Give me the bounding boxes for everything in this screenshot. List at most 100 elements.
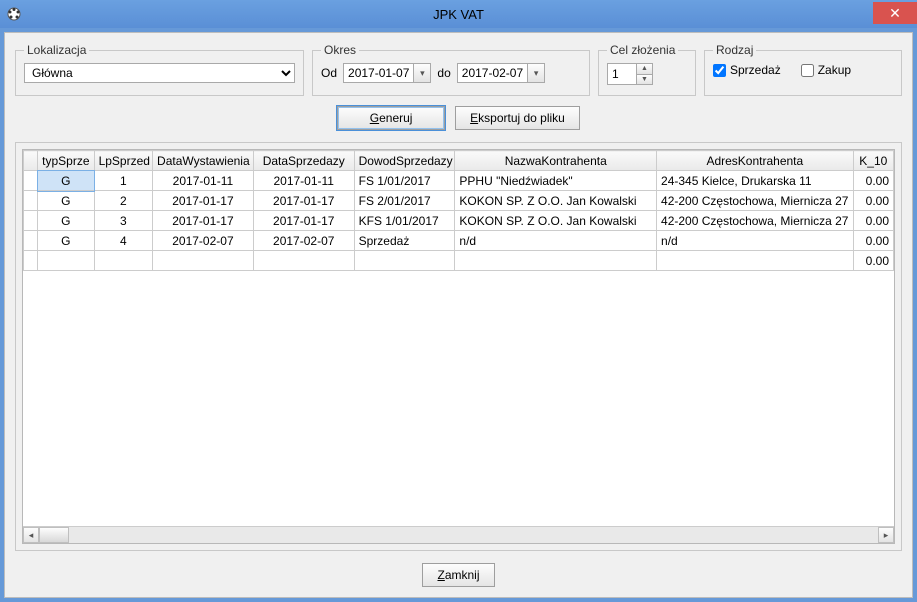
cell-lp[interactable]: 1 bbox=[94, 171, 152, 191]
cell-ak[interactable]: n/d bbox=[657, 231, 854, 251]
cell-typ[interactable]: G bbox=[38, 231, 94, 251]
do-label: do bbox=[437, 66, 450, 80]
table-row[interactable]: G 1 2017-01-11 2017-01-11 FS 1/01/2017 P… bbox=[24, 171, 894, 191]
grid-header-row: typSprze LpSprzed DataWystawienia DataSp… bbox=[24, 151, 894, 171]
lokalizacja-select[interactable]: Główna bbox=[24, 63, 295, 83]
row-handle-header[interactable] bbox=[24, 151, 38, 171]
grid[interactable]: typSprze LpSprzed DataWystawienia DataSp… bbox=[22, 149, 895, 544]
scroll-right-icon[interactable]: ▸ bbox=[878, 527, 894, 543]
cell-lp[interactable]: 2 bbox=[94, 191, 152, 211]
cell-dow[interactable]: KFS 1/01/2017 bbox=[354, 211, 455, 231]
grid-panel: typSprze LpSprzed DataWystawienia DataSp… bbox=[15, 142, 902, 551]
chevron-down-icon: ▾ bbox=[527, 64, 544, 82]
col-ak[interactable]: AdresKontrahenta bbox=[657, 151, 854, 171]
cell-ds[interactable]: 2017-01-11 bbox=[253, 171, 354, 191]
grid-table[interactable]: typSprze LpSprzed DataWystawienia DataSp… bbox=[23, 150, 894, 271]
cell-nk[interactable]: KOKON SP. Z O.O. Jan Kowalski bbox=[455, 191, 657, 211]
cel-spinner[interactable]: ▲ ▼ bbox=[607, 63, 653, 85]
eksportuj-button[interactable]: Eksportuj do pliku bbox=[455, 106, 580, 130]
row-handle[interactable] bbox=[24, 231, 38, 251]
action-row: Generuj Eksportuj do pliku bbox=[15, 106, 902, 130]
row-handle[interactable] bbox=[24, 211, 38, 231]
date-to[interactable]: 2017-02-07 ▾ bbox=[457, 63, 545, 83]
cel-input[interactable] bbox=[608, 64, 636, 84]
cell-ds[interactable]: 2017-01-17 bbox=[253, 211, 354, 231]
lokalizacja-group: Lokalizacja Główna bbox=[15, 43, 304, 96]
cell-dw[interactable]: 2017-01-11 bbox=[153, 171, 254, 191]
cell-nk[interactable]: PPHU "Niedźwiadek" bbox=[455, 171, 657, 191]
sprzedaz-checkbox-input[interactable] bbox=[713, 64, 726, 77]
cell-ds[interactable]: 2017-02-07 bbox=[253, 231, 354, 251]
jpk-vat-window: JPK VAT ✕ Lokalizacja Główna Okres Od 20… bbox=[0, 0, 917, 602]
cell-typ[interactable]: G bbox=[38, 171, 94, 191]
cell-dow[interactable]: Sprzedaż bbox=[354, 231, 455, 251]
cell-ds[interactable]: 2017-01-17 bbox=[253, 191, 354, 211]
spinner-down-icon[interactable]: ▼ bbox=[637, 75, 652, 85]
od-label: Od bbox=[321, 66, 337, 80]
rodzaj-group: Rodzaj Sprzedaż Zakup bbox=[704, 43, 902, 96]
cell-dw[interactable]: 2017-01-17 bbox=[153, 191, 254, 211]
cell-dow[interactable]: FS 2/01/2017 bbox=[354, 191, 455, 211]
zakup-checkbox[interactable]: Zakup bbox=[801, 63, 851, 77]
rodzaj-label: Rodzaj bbox=[713, 43, 756, 57]
col-dow[interactable]: DowodSprzedazy bbox=[354, 151, 455, 171]
close-icon: ✕ bbox=[889, 6, 901, 20]
cell-ak[interactable]: 42-200 Częstochowa, Miernicza 27 bbox=[657, 191, 854, 211]
summary-row[interactable]: 0.00 bbox=[24, 251, 894, 271]
cell-dw[interactable]: 2017-01-17 bbox=[153, 211, 254, 231]
row-handle[interactable] bbox=[24, 191, 38, 211]
close-button[interactable]: ✕ bbox=[873, 2, 917, 24]
date-to-value: 2017-02-07 bbox=[458, 66, 527, 80]
cell-k10[interactable]: 0.00 bbox=[853, 171, 893, 191]
cel-label: Cel złożenia bbox=[607, 43, 678, 57]
cell-k10[interactable]: 0.00 bbox=[853, 231, 893, 251]
cell-ak[interactable]: 42-200 Częstochowa, Miernicza 27 bbox=[657, 211, 854, 231]
col-nk[interactable]: NazwaKontrahenta bbox=[455, 151, 657, 171]
zakup-checkbox-label: Zakup bbox=[818, 63, 851, 77]
cell-nk[interactable]: n/d bbox=[455, 231, 657, 251]
sprzedaz-checkbox-label: Sprzedaż bbox=[730, 63, 781, 77]
cell-typ[interactable]: G bbox=[38, 191, 94, 211]
cell-nk[interactable]: KOKON SP. Z O.O. Jan Kowalski bbox=[455, 211, 657, 231]
col-dw[interactable]: DataWystawienia bbox=[153, 151, 254, 171]
table-row[interactable]: G 3 2017-01-17 2017-01-17 KFS 1/01/2017 … bbox=[24, 211, 894, 231]
okres-group: Okres Od 2017-01-07 ▾ do 2017-02-07 ▾ bbox=[312, 43, 590, 96]
cell-typ[interactable]: G bbox=[38, 211, 94, 231]
row-handle[interactable] bbox=[24, 171, 38, 191]
zakup-checkbox-input[interactable] bbox=[801, 64, 814, 77]
okres-label: Okres bbox=[321, 43, 359, 57]
row-handle[interactable] bbox=[24, 251, 38, 271]
cell-lp[interactable]: 3 bbox=[94, 211, 152, 231]
col-lp[interactable]: LpSprzed bbox=[94, 151, 152, 171]
scroll-track[interactable] bbox=[39, 527, 878, 543]
lokalizacja-label: Lokalizacja bbox=[24, 43, 89, 57]
cel-group: Cel złożenia ▲ ▼ bbox=[598, 43, 696, 96]
grid-empty-area bbox=[23, 271, 894, 526]
spinner-up-icon[interactable]: ▲ bbox=[637, 64, 652, 75]
cell-lp[interactable]: 4 bbox=[94, 231, 152, 251]
cell-dw[interactable]: 2017-02-07 bbox=[153, 231, 254, 251]
date-from[interactable]: 2017-01-07 ▾ bbox=[343, 63, 431, 83]
chevron-down-icon: ▾ bbox=[413, 64, 430, 82]
col-k10[interactable]: K_10 bbox=[853, 151, 893, 171]
cell-k10[interactable]: 0.00 bbox=[853, 191, 893, 211]
cell-k10-sum[interactable]: 0.00 bbox=[853, 251, 893, 271]
col-ds[interactable]: DataSprzedazy bbox=[253, 151, 354, 171]
col-typ[interactable]: typSprze bbox=[38, 151, 94, 171]
app-icon bbox=[6, 6, 22, 22]
date-from-value: 2017-01-07 bbox=[344, 66, 413, 80]
horizontal-scrollbar[interactable]: ◂ ▸ bbox=[23, 526, 894, 543]
table-row[interactable]: G 2 2017-01-17 2017-01-17 FS 2/01/2017 K… bbox=[24, 191, 894, 211]
sprzedaz-checkbox[interactable]: Sprzedaż bbox=[713, 63, 781, 77]
bottom-row: Zamknij bbox=[15, 563, 902, 587]
table-row[interactable]: G 4 2017-02-07 2017-02-07 Sprzedaż n/d n… bbox=[24, 231, 894, 251]
cell-ak[interactable]: 24-345 Kielce, Drukarska 11 bbox=[657, 171, 854, 191]
generuj-button[interactable]: Generuj bbox=[337, 106, 445, 130]
titlebar: JPK VAT ✕ bbox=[0, 0, 917, 28]
zamknij-button[interactable]: Zamknij bbox=[422, 563, 494, 587]
scroll-left-icon[interactable]: ◂ bbox=[23, 527, 39, 543]
scroll-thumb[interactable] bbox=[39, 527, 69, 543]
client-area: Lokalizacja Główna Okres Od 2017-01-07 ▾… bbox=[4, 32, 913, 598]
cell-k10[interactable]: 0.00 bbox=[853, 211, 893, 231]
cell-dow[interactable]: FS 1/01/2017 bbox=[354, 171, 455, 191]
